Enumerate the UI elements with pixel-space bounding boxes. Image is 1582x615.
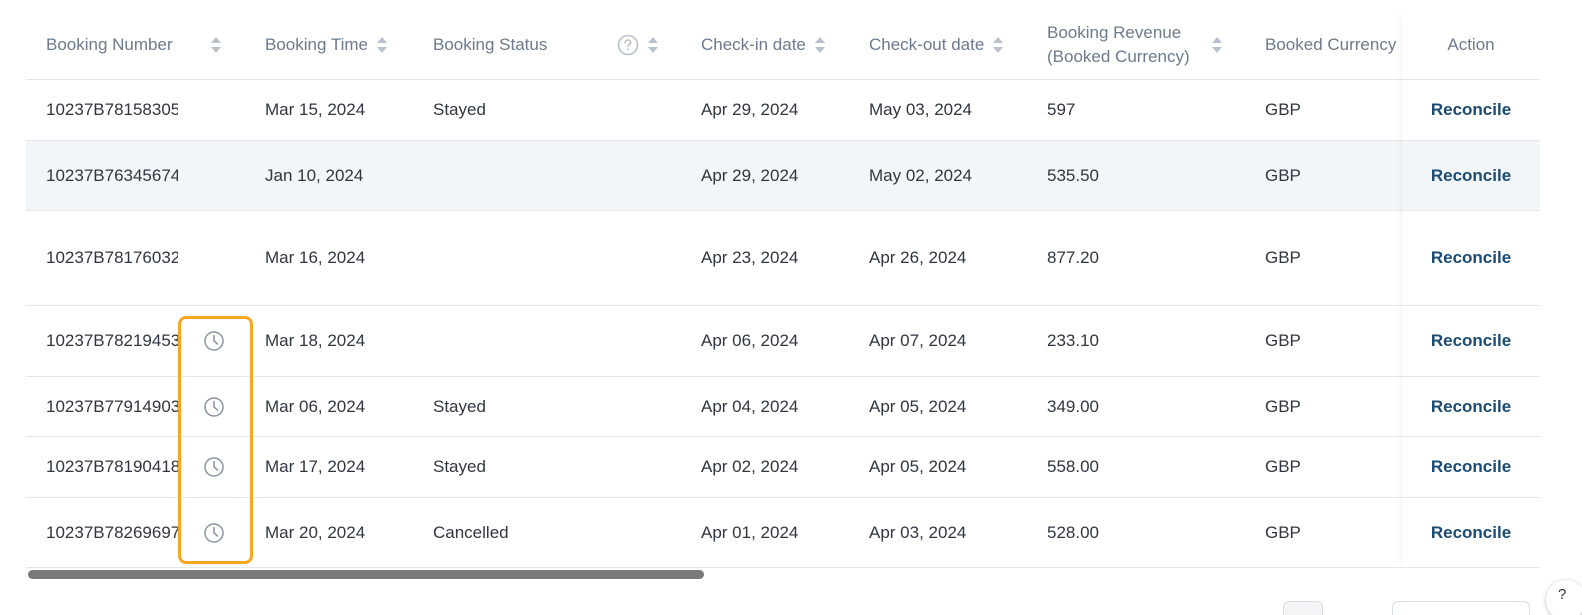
table-row[interactable]: 10237B77914903 Mar 06, 2024 Stayed Apr 0… — [26, 377, 1540, 437]
col-header-checkout-date[interactable]: Check-out date — [869, 10, 1029, 79]
checkout-date-cell: Apr 03, 2024 — [869, 522, 967, 542]
booking-time-cell: Mar 17, 2024 — [265, 457, 366, 476]
booking-status-cell — [433, 306, 683, 376]
reconcile-link[interactable]: Reconcile — [1431, 523, 1511, 543]
table-row[interactable]: 10237B78269697 Mar 20, 2024 Cancelled Ap… — [26, 498, 1540, 568]
col-header-label: Booking Number — [46, 34, 173, 54]
col-header-label: Action — [1447, 34, 1495, 54]
col-header-label: Booked Currency — [1265, 34, 1397, 54]
booking-status-cell — [433, 211, 683, 305]
help-circle-icon[interactable] — [617, 34, 639, 56]
page-size-select[interactable] — [1392, 601, 1530, 615]
booking-number-cell[interactable]: 10237B78219453 — [46, 306, 178, 376]
table-row[interactable]: 10237B76345674 Jan 10, 2024 Apr 29, 2024… — [26, 141, 1540, 211]
booked-currency-cell: GBP — [1265, 331, 1301, 350]
floating-help-button[interactable]: ? — [1546, 580, 1582, 615]
booked-currency-cell: GBP — [1265, 165, 1301, 185]
checkin-date-cell: Apr 23, 2024 — [701, 248, 799, 267]
booking-status-cell: Stayed — [433, 100, 486, 119]
booking-time-cell: Jan 10, 2024 — [265, 165, 364, 185]
booking-revenue-cell: 877.20 — [1047, 248, 1099, 267]
booking-revenue-cell: 558.00 — [1047, 457, 1099, 476]
checkout-date-cell: Apr 05, 2024 — [869, 396, 967, 416]
bookings-table: Booking Number Booking Time Booking Stat… — [26, 10, 1540, 570]
table-row[interactable]: 10237B78176032 Mar 16, 2024 Apr 23, 2024… — [26, 211, 1540, 306]
checkout-date-cell: May 03, 2024 — [869, 100, 973, 119]
booked-currency-cell: GBP — [1265, 522, 1301, 542]
booking-number-cell[interactable]: 10237B78176032 — [46, 211, 178, 305]
col-header-checkin-date[interactable]: Check-in date — [701, 10, 851, 79]
booking-number-cell[interactable]: 10237B76345674 — [46, 141, 178, 210]
col-header-action: Action — [1402, 10, 1540, 79]
booked-currency-cell: GBP — [1265, 457, 1301, 476]
sort-icon[interactable] — [376, 35, 388, 55]
booked-currency-cell: GBP — [1265, 396, 1301, 416]
col-header-booked-currency[interactable]: Booked Currency — [1265, 10, 1401, 79]
table-header-row: Booking Number Booking Time Booking Stat… — [26, 10, 1540, 80]
booking-number-cell[interactable]: 10237B77914903 — [46, 377, 178, 436]
booked-currency-cell: GBP — [1265, 100, 1301, 119]
booking-time-cell: Mar 18, 2024 — [265, 331, 366, 350]
reconcile-link[interactable]: Reconcile — [1431, 248, 1511, 268]
highlight-box — [178, 316, 253, 564]
booking-status-cell: Cancelled — [433, 522, 509, 542]
sort-icon[interactable] — [814, 35, 826, 55]
col-header-label: Check-out date — [869, 34, 985, 54]
table-row[interactable]: 10237B78158305 Mar 15, 2024 Stayed Apr 2… — [26, 80, 1540, 141]
booking-time-cell: Mar 16, 2024 — [265, 248, 366, 267]
checkin-date-cell: Apr 01, 2024 — [701, 522, 799, 542]
col-header-booking-status[interactable]: Booking Status — [433, 10, 683, 79]
col-header-label: Booking Time — [265, 34, 368, 54]
sort-icon[interactable] — [647, 10, 659, 79]
booking-time-cell: Mar 20, 2024 — [265, 522, 366, 542]
booking-status-cell: Stayed — [433, 457, 486, 476]
reconcile-link[interactable]: Reconcile — [1431, 100, 1511, 120]
sort-icon[interactable] — [992, 35, 1004, 55]
reconcile-link[interactable]: Reconcile — [1431, 166, 1511, 186]
checkin-date-cell: Apr 29, 2024 — [701, 100, 799, 119]
sort-icon[interactable] — [210, 10, 222, 79]
checkin-date-cell: Apr 04, 2024 — [701, 396, 799, 416]
help-glyph: ? — [1558, 586, 1567, 603]
booking-revenue-cell: 349.00 — [1047, 396, 1099, 416]
col-header-label-line2: (Booked Currency) — [1047, 46, 1190, 66]
checkin-date-cell: Apr 29, 2024 — [701, 165, 799, 185]
table-row[interactable]: 10237B78190418 Mar 17, 2024 Stayed Apr 0… — [26, 437, 1540, 498]
booking-number-cell[interactable]: 10237B78190418 — [46, 437, 178, 497]
booking-status-cell: Stayed — [433, 396, 486, 416]
booked-currency-cell: GBP — [1265, 248, 1301, 267]
col-header-label: Check-in date — [701, 34, 806, 54]
table-row[interactable]: 10237B78219453 Mar 18, 2024 Apr 06, 2024… — [26, 306, 1540, 377]
scrollbar-thumb[interactable] — [28, 570, 704, 579]
col-header-label-line1: Booking Revenue — [1047, 22, 1182, 42]
checkout-date-cell: May 02, 2024 — [869, 165, 973, 185]
checkout-date-cell: Apr 26, 2024 — [869, 248, 967, 267]
reconcile-link[interactable]: Reconcile — [1431, 331, 1511, 351]
checkin-date-cell: Apr 02, 2024 — [701, 457, 799, 476]
booking-revenue-cell: 528.00 — [1047, 522, 1099, 542]
booking-time-cell: Mar 06, 2024 — [265, 396, 366, 416]
booking-revenue-cell: 535.50 — [1047, 165, 1099, 185]
col-header-label: Booking Status — [433, 34, 548, 54]
reconcile-link[interactable]: Reconcile — [1431, 457, 1511, 477]
col-header-booking-time[interactable]: Booking Time — [265, 10, 415, 79]
checkout-date-cell: Apr 05, 2024 — [869, 457, 967, 476]
booking-status-cell — [433, 141, 683, 210]
sort-icon[interactable] — [1211, 10, 1223, 79]
booking-number-cell[interactable]: 10237B78269697 — [46, 498, 178, 567]
checkout-date-cell: Apr 07, 2024 — [869, 331, 967, 350]
booking-number-cell[interactable]: 10237B78158305 — [46, 80, 178, 140]
booking-revenue-cell: 233.10 — [1047, 331, 1099, 350]
col-header-booking-number[interactable]: Booking Number — [46, 10, 178, 79]
checkin-date-cell: Apr 06, 2024 — [701, 331, 799, 350]
booking-time-cell: Mar 15, 2024 — [265, 100, 366, 119]
pagination-button[interactable] — [1283, 601, 1323, 615]
booking-revenue-cell: 597 — [1047, 100, 1076, 119]
reconcile-link[interactable]: Reconcile — [1431, 397, 1511, 417]
